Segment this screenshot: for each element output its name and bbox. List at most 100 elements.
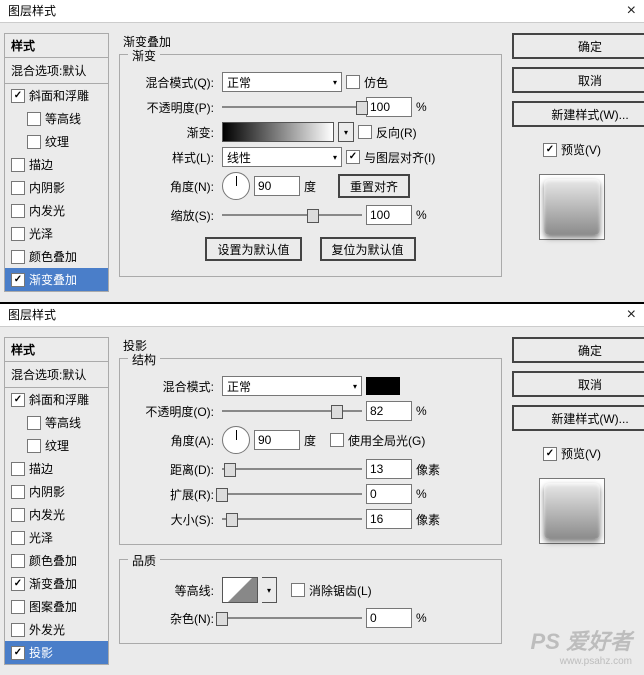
style-list-item[interactable]: 斜面和浮雕 xyxy=(5,388,108,411)
style-dropdown[interactable]: 线性▾ xyxy=(222,147,342,167)
style-list-item[interactable]: 光泽 xyxy=(5,526,108,549)
set-default-button[interactable]: 设置为默认值 xyxy=(205,237,301,261)
style-checkbox[interactable] xyxy=(11,646,25,660)
style-item-label: 投影 xyxy=(29,644,53,661)
reset-align-button[interactable]: 重置对齐 xyxy=(338,174,410,198)
style-list-item[interactable]: 投影 xyxy=(5,641,108,664)
opacity-slider[interactable] xyxy=(222,100,362,114)
reset-default-button[interactable]: 复位为默认值 xyxy=(320,237,416,261)
opacity-input[interactable]: 100 xyxy=(366,97,412,117)
sub-title: 结构 xyxy=(128,351,160,368)
new-style-button[interactable]: 新建样式(W)... xyxy=(512,405,644,431)
angle-dial[interactable] xyxy=(222,426,250,454)
opacity-slider[interactable] xyxy=(222,404,362,418)
preview-checkbox[interactable] xyxy=(543,447,557,461)
style-checkbox[interactable] xyxy=(11,600,25,614)
style-checkbox[interactable] xyxy=(11,227,25,241)
opacity-label: 不透明度(O): xyxy=(130,403,218,420)
cancel-button[interactable]: 取消 xyxy=(512,67,644,93)
styles-header[interactable]: 样式 xyxy=(5,34,108,57)
style-checkbox[interactable] xyxy=(11,204,25,218)
close-icon[interactable]: × xyxy=(627,304,636,326)
blend-options[interactable]: 混合选项:默认 xyxy=(5,361,108,388)
style-list-item[interactable]: 内发光 xyxy=(5,199,108,222)
style-list-item[interactable]: 图案叠加 xyxy=(5,595,108,618)
style-item-label: 图案叠加 xyxy=(29,598,77,615)
angle-input[interactable]: 90 xyxy=(254,430,300,450)
style-checkbox[interactable] xyxy=(11,273,25,287)
style-list-item[interactable]: 内阴影 xyxy=(5,480,108,503)
scale-input[interactable]: 100 xyxy=(366,205,412,225)
style-list-item[interactable]: 光泽 xyxy=(5,222,108,245)
blend-mode-label: 混合模式(Q): xyxy=(130,74,218,91)
style-list-item[interactable]: 颜色叠加 xyxy=(5,245,108,268)
style-list-item[interactable]: 描边 xyxy=(5,457,108,480)
style-list-item[interactable]: 纹理 xyxy=(5,130,108,153)
style-checkbox[interactable] xyxy=(11,158,25,172)
blend-options[interactable]: 混合选项:默认 xyxy=(5,57,108,84)
style-list-item[interactable]: 内阴影 xyxy=(5,176,108,199)
gradient-swatch[interactable] xyxy=(222,122,334,142)
new-style-button[interactable]: 新建样式(W)... xyxy=(512,101,644,127)
gradient-menu-button[interactable]: ▾ xyxy=(338,122,354,142)
style-checkbox[interactable] xyxy=(27,112,41,126)
distance-slider[interactable] xyxy=(222,462,362,476)
style-checkbox[interactable] xyxy=(11,554,25,568)
style-list-item[interactable]: 等高线 xyxy=(5,107,108,130)
global-light-checkbox[interactable] xyxy=(330,433,344,447)
dither-checkbox[interactable] xyxy=(346,75,360,89)
style-checkbox[interactable] xyxy=(27,135,41,149)
angle-dial[interactable] xyxy=(222,172,250,200)
scale-slider[interactable] xyxy=(222,208,362,222)
style-checkbox[interactable] xyxy=(11,623,25,637)
align-checkbox[interactable] xyxy=(346,150,360,164)
style-list-item[interactable]: 描边 xyxy=(5,153,108,176)
style-list-item[interactable]: 渐变叠加 xyxy=(5,268,108,291)
blend-mode-dropdown[interactable]: 正常▾ xyxy=(222,376,362,396)
style-list-item[interactable]: 纹理 xyxy=(5,434,108,457)
noise-slider[interactable] xyxy=(222,611,362,625)
contour-menu-button[interactable]: ▾ xyxy=(262,577,277,603)
size-input[interactable]: 16 xyxy=(366,509,412,529)
ok-button[interactable]: 确定 xyxy=(512,337,644,363)
style-list-item[interactable]: 外发光 xyxy=(5,618,108,641)
style-checkbox[interactable] xyxy=(27,416,41,430)
style-checkbox[interactable] xyxy=(11,508,25,522)
style-checkbox[interactable] xyxy=(11,577,25,591)
style-list-item[interactable]: 渐变叠加 xyxy=(5,572,108,595)
style-list-item[interactable]: 内发光 xyxy=(5,503,108,526)
style-checkbox[interactable] xyxy=(11,531,25,545)
style-checkbox[interactable] xyxy=(11,393,25,407)
contour-swatch[interactable] xyxy=(222,577,258,603)
style-checkbox[interactable] xyxy=(11,89,25,103)
blend-mode-dropdown[interactable]: 正常▾ xyxy=(222,72,342,92)
style-list-panel: 样式 混合选项:默认 斜面和浮雕等高线纹理描边内阴影内发光光泽颜色叠加渐变叠加图… xyxy=(0,333,113,669)
chevron-down-icon: ▾ xyxy=(333,78,337,87)
spread-slider[interactable] xyxy=(222,487,362,501)
close-icon[interactable]: × xyxy=(627,0,636,22)
style-checkbox[interactable] xyxy=(11,485,25,499)
style-item-label: 描边 xyxy=(29,460,53,477)
ok-button[interactable]: 确定 xyxy=(512,33,644,59)
shadow-color-swatch[interactable] xyxy=(366,377,400,395)
style-checkbox[interactable] xyxy=(11,462,25,476)
cancel-button[interactable]: 取消 xyxy=(512,371,644,397)
style-list-item[interactable]: 等高线 xyxy=(5,411,108,434)
opacity-input[interactable]: 82 xyxy=(366,401,412,421)
spread-input[interactable]: 0 xyxy=(366,484,412,504)
preview-checkbox[interactable] xyxy=(543,143,557,157)
reverse-checkbox[interactable] xyxy=(358,125,372,139)
antialias-checkbox[interactable] xyxy=(291,583,305,597)
style-list-item[interactable]: 斜面和浮雕 xyxy=(5,84,108,107)
style-checkbox[interactable] xyxy=(11,181,25,195)
size-slider[interactable] xyxy=(222,512,362,526)
style-checkbox[interactable] xyxy=(27,439,41,453)
distance-input[interactable]: 13 xyxy=(366,459,412,479)
style-list-item[interactable]: 颜色叠加 xyxy=(5,549,108,572)
style-checkbox[interactable] xyxy=(11,250,25,264)
noise-input[interactable]: 0 xyxy=(366,608,412,628)
style-item-label: 斜面和浮雕 xyxy=(29,391,89,408)
angle-input[interactable]: 90 xyxy=(254,176,300,196)
quality-title: 品质 xyxy=(128,552,160,569)
styles-header[interactable]: 样式 xyxy=(5,338,108,361)
